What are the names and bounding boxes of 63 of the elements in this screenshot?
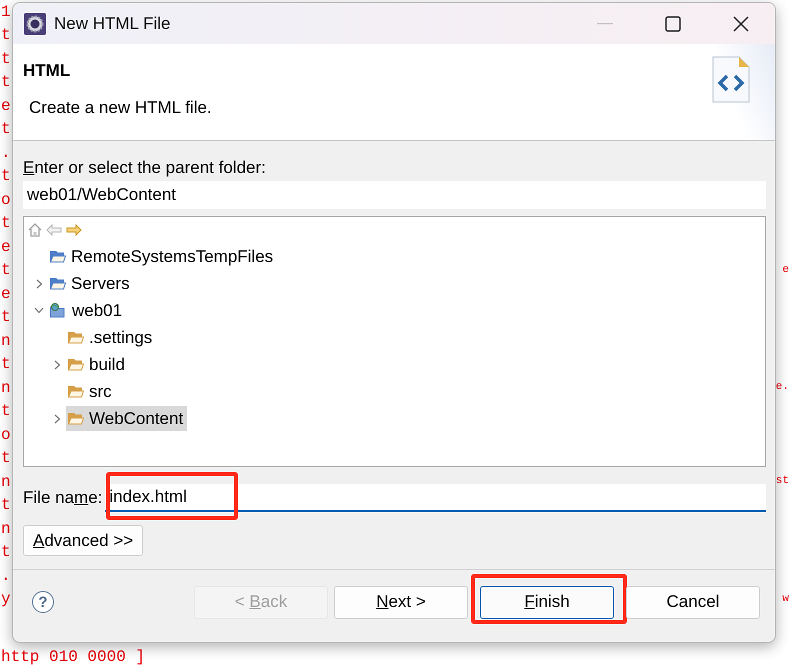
file-name-field[interactable]: index.html bbox=[105, 484, 766, 512]
dialog-button[interactable]: Finish bbox=[480, 586, 614, 618]
dialog-button[interactable]: Next > bbox=[334, 586, 468, 618]
code-text: st bbox=[774, 475, 789, 488]
tree-item[interactable]: web01 bbox=[30, 298, 126, 323]
code-text: n bbox=[0, 378, 11, 397]
page-description: Create a new HTML file. bbox=[29, 98, 212, 118]
code-text: t bbox=[0, 73, 11, 92]
code-text: http 010 0000 ] bbox=[0, 648, 146, 666]
code-text: e bbox=[0, 238, 11, 256]
code-text: t bbox=[0, 26, 11, 44]
code-text: t bbox=[0, 496, 11, 514]
code-text: . bbox=[0, 144, 11, 162]
chevron-right-icon[interactable] bbox=[54, 414, 60, 424]
code-text: . bbox=[0, 566, 11, 585]
code-text: t bbox=[0, 355, 11, 374]
folder-field[interactable]: web01/WebContent bbox=[23, 181, 766, 209]
field-label: File name: bbox=[23, 488, 102, 508]
gear-icon bbox=[24, 12, 46, 34]
code-text: t bbox=[0, 167, 11, 186]
close-icon bbox=[733, 16, 749, 32]
chevron-right-icon[interactable] bbox=[36, 278, 42, 288]
code-text: 1 bbox=[0, 2, 11, 21]
chevron-down-icon[interactable] bbox=[34, 307, 44, 314]
code-text: t bbox=[0, 50, 11, 68]
dialog-button[interactable]: Cancel bbox=[626, 586, 760, 618]
tree-item[interactable]: build bbox=[48, 352, 129, 377]
code-text: t bbox=[0, 308, 11, 326]
tree-item[interactable]: RemoteSystemsTempFiles bbox=[30, 244, 278, 269]
code-text: e. bbox=[774, 381, 789, 394]
field-label: Enter or select the parent folder: bbox=[23, 158, 267, 178]
code-text: o bbox=[0, 190, 11, 209]
code-text: t bbox=[0, 449, 11, 468]
code-text: e bbox=[0, 96, 11, 115]
code-text: t bbox=[0, 120, 11, 138]
code-text: e bbox=[0, 284, 11, 303]
tree-item[interactable]: .settings bbox=[48, 325, 156, 350]
advanced-button[interactable]: Advanced >> bbox=[23, 525, 144, 556]
window-title: New HTML File bbox=[54, 14, 172, 34]
forward-arrow-icon bbox=[66, 224, 82, 236]
back-arrow-icon bbox=[46, 224, 62, 236]
page-title: HTML bbox=[23, 61, 72, 81]
maximize-icon bbox=[665, 16, 681, 32]
code-text: n bbox=[0, 520, 11, 538]
help-button[interactable]: ? bbox=[32, 591, 54, 613]
tree-item[interactable]: Servers bbox=[30, 271, 134, 296]
minimize-icon bbox=[597, 22, 613, 24]
code-text: o bbox=[0, 426, 11, 444]
forward-button[interactable] bbox=[66, 224, 82, 236]
code-text: y bbox=[0, 590, 11, 608]
code-text: e bbox=[781, 264, 789, 277]
project-folder-icon bbox=[50, 303, 67, 318]
code-text: n bbox=[0, 332, 11, 350]
tree-item[interactable]: src bbox=[48, 379, 116, 404]
code-text: t bbox=[0, 402, 11, 420]
code-text: n bbox=[0, 472, 11, 491]
home-icon bbox=[28, 223, 42, 237]
code-text: t bbox=[0, 261, 11, 280]
code-text: w bbox=[781, 592, 789, 606]
code-text: t bbox=[0, 543, 11, 562]
chevron-right-icon[interactable] bbox=[54, 360, 60, 370]
code-text: t bbox=[0, 214, 11, 232]
code-file-icon bbox=[711, 56, 751, 104]
